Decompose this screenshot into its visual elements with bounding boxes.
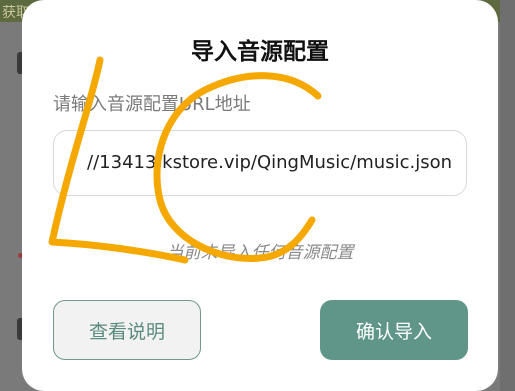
- dialog-title: 导入音源配置: [191, 39, 329, 65]
- url-field-label: 请输入音源配置URL地址: [53, 94, 251, 115]
- confirm-import-button[interactable]: 确认导入: [320, 300, 468, 360]
- url-input-value: //13413.kstore.vip/QingMusic/music.json: [87, 152, 452, 173]
- url-input[interactable]: //13413.kstore.vip/QingMusic/music.json: [53, 130, 467, 196]
- import-source-dialog: 导入音源配置 请输入音源配置URL地址 //13413.kstore.vip/Q…: [22, 0, 498, 391]
- background-right-edge: [500, 0, 515, 391]
- import-status-text: 当前未导入任何音源配置: [166, 243, 354, 263]
- view-instructions-button[interactable]: 查看说明: [53, 300, 201, 360]
